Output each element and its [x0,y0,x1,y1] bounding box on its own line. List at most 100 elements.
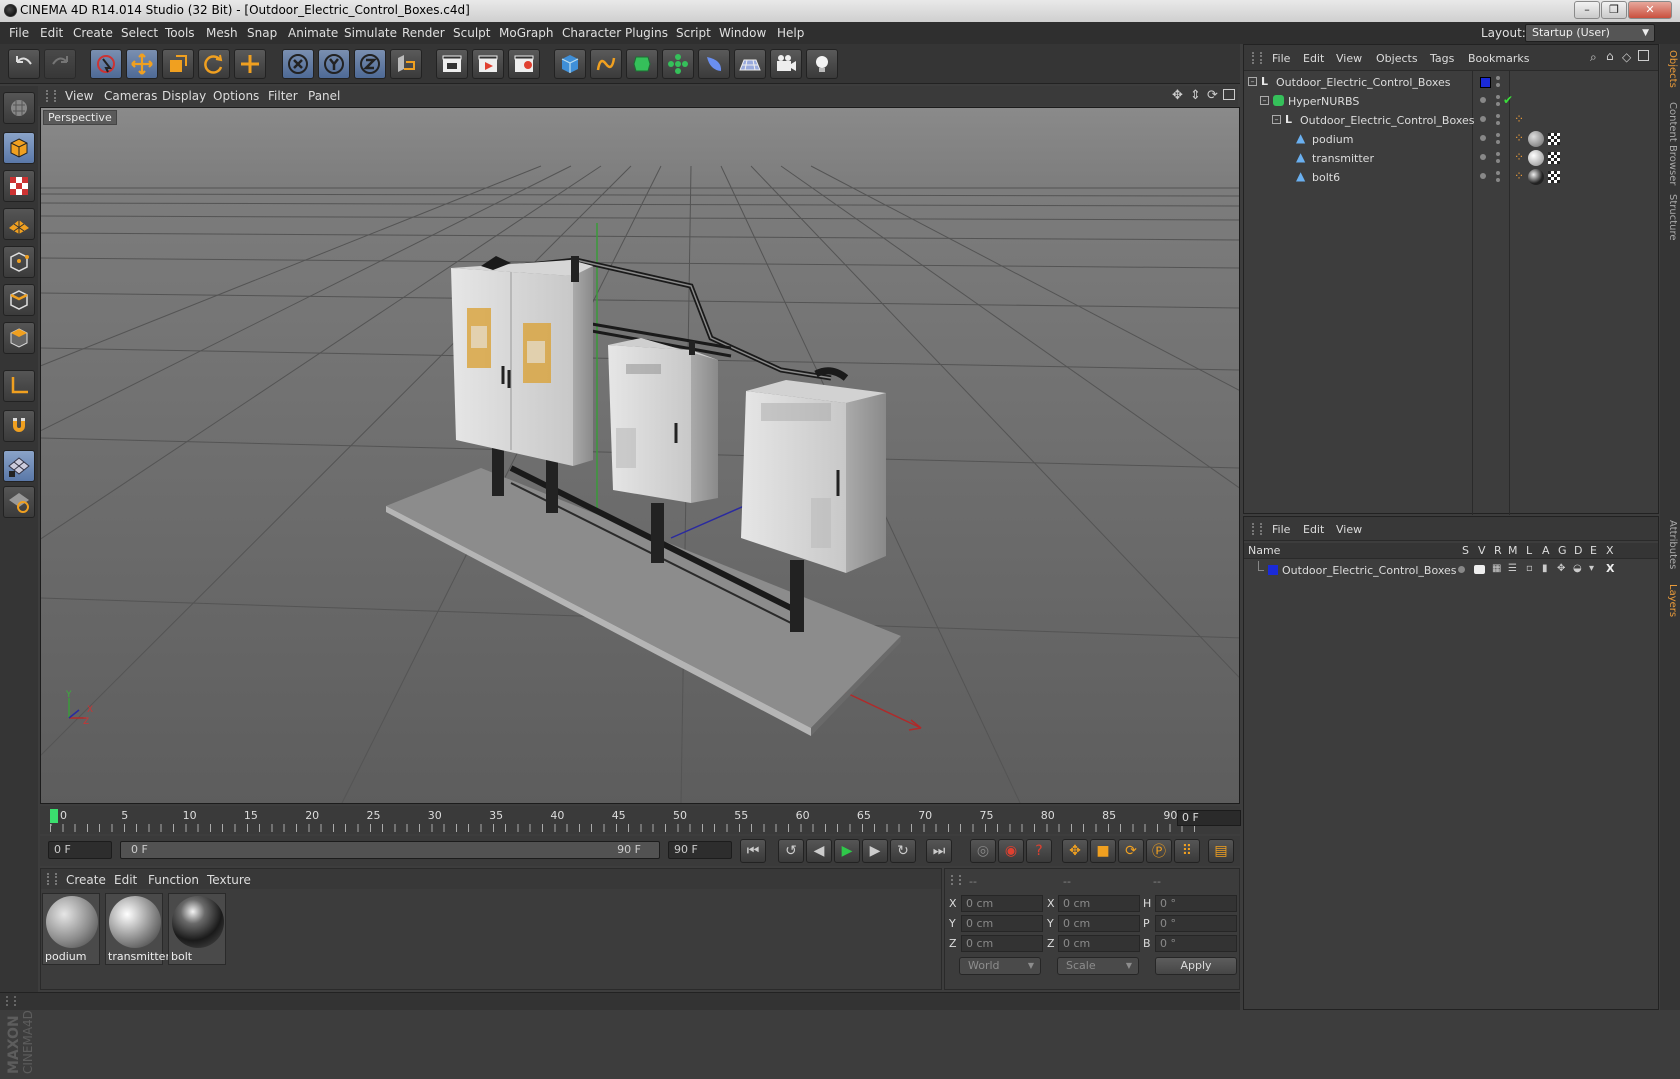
phong-tag-icon[interactable]: ⁘ [1514,131,1524,145]
world-coordinates-icon[interactable] [390,49,422,79]
menu-window[interactable]: Window [719,26,766,40]
lock-workplane-icon[interactable] [3,486,35,518]
light-icon[interactable] [806,49,838,79]
home-icon[interactable]: ⌂ [1606,49,1614,63]
layer-col-v[interactable]: V [1478,544,1486,557]
current-frame-field[interactable]: 0 F [1177,810,1241,826]
tab-content-browser[interactable]: Content Browser [1662,102,1678,185]
layer-col-l[interactable]: L [1526,544,1532,557]
render-visibility-dot[interactable] [1496,83,1500,87]
render-visibility-dot[interactable] [1496,159,1500,163]
scale-icon[interactable] [162,49,194,79]
uvw-tag-icon[interactable] [1548,152,1560,164]
mat-menu-edit[interactable]: Edit [114,873,137,887]
play-icon[interactable]: ▶ [834,839,860,863]
material-swatch-bolt[interactable]: bolt [168,893,226,965]
vp-menu-panel[interactable]: Panel [308,89,340,103]
tab-objects[interactable]: Objects [1662,50,1678,88]
tree-row[interactable]: ▲ podium ⁘ [1244,130,1658,150]
polygons-mode-icon[interactable] [3,322,35,354]
previous-frame-icon[interactable]: ◀ [806,839,832,863]
move-icon[interactable] [126,49,158,79]
go-to-end-icon[interactable]: ⏭ [926,839,952,863]
layer-col-s[interactable]: S [1462,544,1469,557]
snap-icon[interactable] [3,450,35,482]
close-window-button[interactable]: ✕ [1628,1,1672,19]
uvw-tag-icon[interactable] [1548,171,1560,183]
coordinate-system-select[interactable]: World ▼ [959,957,1041,975]
lm-menu-edit[interactable]: Edit [1303,523,1324,536]
material-swatch-podium[interactable]: podium [42,893,100,965]
menu-edit[interactable]: Edit [40,26,63,40]
menu-tools[interactable]: Tools [165,26,195,40]
menu-script[interactable]: Script [676,26,711,40]
editor-visibility-dot[interactable] [1496,114,1500,118]
previous-key-icon[interactable]: ↺ [778,839,804,863]
phong-tag-icon[interactable]: ⁘ [1514,150,1524,164]
restore-button[interactable]: ❐ [1601,1,1627,19]
om-menu-edit[interactable]: Edit [1303,52,1324,65]
scene-floor-icon[interactable] [734,49,766,79]
phong-tag-icon[interactable]: ⁘ [1514,169,1524,183]
editor-visibility-dot[interactable] [1496,171,1500,175]
size-z-field[interactable]: 0 cm [1058,935,1140,952]
mat-menu-texture[interactable]: Texture [207,873,251,887]
tree-row[interactable]: ▲ transmitter ⁘ [1244,149,1658,169]
redo-icon[interactable] [44,49,76,79]
material-tag-icon[interactable] [1528,131,1544,147]
timeline-ruler[interactable]: 0 5 10 15 20 25 30 35 40 45 50 55 60 65 70 75 80 85 90 [40,806,1240,834]
layer-col-m[interactable]: M [1508,544,1518,557]
deformers-toggle-icon[interactable]: ◒ [1573,563,1582,574]
lm-menu-view[interactable]: View [1336,523,1362,536]
menu-simulate[interactable]: Simulate [344,26,397,40]
key-position-icon[interactable]: ✥ [1062,839,1088,863]
collapse-toggle-icon[interactable]: – [1272,115,1281,124]
range-slider[interactable]: 0 F 90 F [120,841,660,859]
texture-mode-icon[interactable] [3,170,35,202]
menu-render[interactable]: Render [402,26,445,40]
render-visibility-dot[interactable] [1496,140,1500,144]
animation-toggle-icon[interactable]: ▮ [1542,563,1548,574]
autokeying-icon[interactable]: ◉ [998,839,1024,863]
edit-render-settings-icon[interactable] [508,49,540,79]
menu-sculpt[interactable]: Sculpt [453,26,490,40]
size-mode-select[interactable]: Scale ▼ [1057,957,1139,975]
menu-plugins[interactable]: Plugins [625,26,668,40]
perspective-viewport[interactable]: Y X Z Perspective [40,107,1240,804]
nurbs-icon[interactable] [626,49,658,79]
menu-snap[interactable]: Snap [247,26,277,40]
rotation-p-field[interactable]: 0 ° [1155,915,1237,932]
rotation-b-field[interactable]: 0 ° [1155,935,1237,952]
add-icon[interactable] [234,49,266,79]
layer-row[interactable]: Outdoor_Electric_Control_Boxes ▦ ☰ ▫ ▮ ✥… [1244,561,1658,581]
new-panel-icon[interactable] [1638,50,1649,61]
layer-dot[interactable] [1480,97,1486,103]
record-active-objects-icon[interactable]: ◎ [970,839,996,863]
array-icon[interactable] [662,49,694,79]
uvw-tag-icon[interactable] [1548,133,1560,145]
vp-menu-display[interactable]: Display [162,89,206,103]
end-frame-field[interactable]: 90 F [668,841,732,859]
size-y-field[interactable]: 0 cm [1058,915,1140,932]
vp-menu-filter[interactable]: Filter [268,89,298,103]
om-menu-view[interactable]: View [1336,52,1362,65]
layer-col-x[interactable]: X [1606,544,1614,557]
visible-toggle-icon[interactable] [1474,565,1485,574]
layer-name-header[interactable]: Name [1248,544,1280,557]
menu-file[interactable]: File [9,26,29,40]
mat-menu-create[interactable]: Create [66,873,106,887]
scheme-settings-icon[interactable]: ▤ [1208,839,1234,863]
collapse-icon[interactable]: ◇ [1622,50,1631,64]
render-visibility-dot[interactable] [1496,102,1500,106]
om-menu-bookmarks[interactable]: Bookmarks [1468,52,1529,65]
key-pla-icon[interactable]: ⠿ [1174,839,1200,863]
menu-mesh[interactable]: Mesh [206,26,238,40]
zoom-view-icon[interactable]: ⇕ [1190,88,1201,103]
editor-visibility-dot[interactable] [1496,152,1500,156]
collapse-toggle-icon[interactable]: – [1260,96,1269,105]
deformer-icon[interactable] [698,49,730,79]
position-x-field[interactable]: 0 cm [961,895,1043,912]
go-to-start-icon[interactable]: ⏮ [740,839,766,863]
layer-col-a[interactable]: A [1542,544,1550,557]
tweak-mode-icon[interactable] [3,410,35,442]
